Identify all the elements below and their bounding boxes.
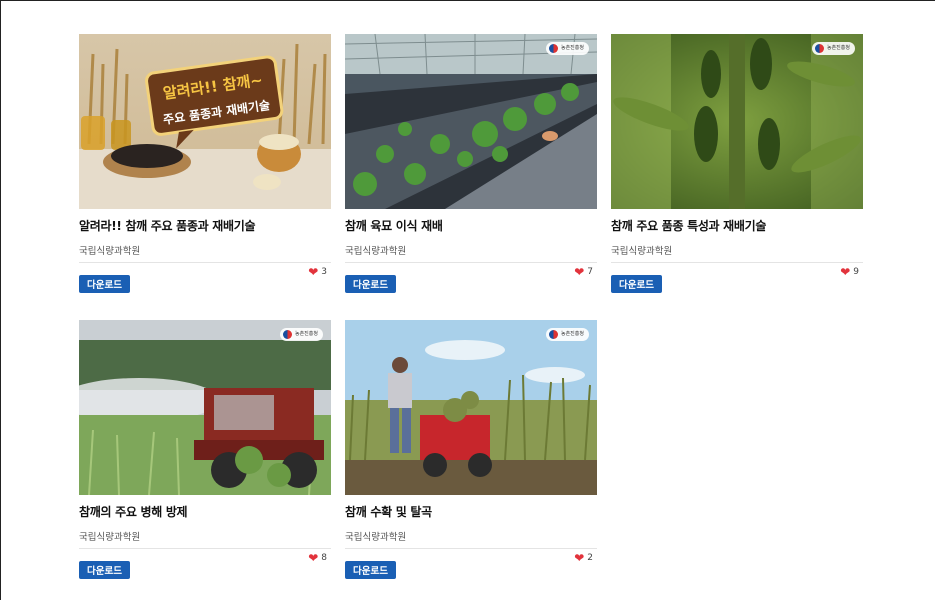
video-card[interactable]: 농촌진흥청 참깨의 주요 병해 방제 국립식량과학원 ❤ 8 다운로드 — [79, 320, 331, 579]
like-count[interactable]: ❤ 3 — [308, 266, 327, 278]
video-thumbnail[interactable]: 농촌진흥청 — [345, 320, 597, 495]
download-button[interactable]: 다운로드 — [79, 275, 130, 293]
agency-badge: 농촌진흥청 — [279, 328, 323, 341]
video-card[interactable]: 알려라!! 참깨~ 주요 품종과 재배기술 알려라!! 참깨 주요 품종과 재배… — [79, 34, 331, 293]
video-card[interactable]: 농촌진흥청 참깨 주요 품종 특성과 재배기술 국립식량과학원 ❤ 9 다운로드 — [611, 34, 863, 293]
download-button[interactable]: 다운로드 — [79, 561, 130, 579]
like-count[interactable]: ❤ 9 — [840, 266, 859, 278]
like-number: 3 — [321, 267, 327, 277]
like-number: 8 — [321, 553, 327, 563]
organization-name: 국립식량과학원 — [611, 246, 863, 263]
video-thumbnail[interactable]: 농촌진흥청 — [79, 320, 331, 495]
like-count[interactable]: ❤ 2 — [574, 552, 593, 564]
like-count[interactable]: ❤ 7 — [574, 266, 593, 278]
organization-name: 국립식량과학원 — [345, 246, 597, 263]
thumbnail-image — [345, 34, 597, 209]
taegeuk-logo-icon — [548, 44, 558, 53]
organization-name: 국립식량과학원 — [345, 532, 597, 549]
heart-icon: ❤ — [308, 265, 319, 279]
heart-icon: ❤ — [840, 265, 851, 279]
agency-badge: 농촌진흥청 — [545, 328, 589, 341]
taegeuk-logo-icon — [282, 330, 292, 339]
agency-badge: 농촌진흥청 — [545, 42, 589, 55]
video-title[interactable]: 참깨의 주요 병해 방제 — [79, 505, 331, 519]
video-title[interactable]: 알려라!! 참깨 주요 품종과 재배기술 — [79, 219, 331, 233]
video-title[interactable]: 참깨 육묘 이식 재배 — [345, 219, 597, 233]
organization-name: 국립식량과학원 — [79, 246, 331, 263]
video-thumbnail[interactable]: 농촌진흥청 — [611, 34, 863, 209]
thumbnail-image — [345, 320, 597, 495]
taegeuk-logo-icon — [548, 330, 558, 339]
download-button[interactable]: 다운로드 — [345, 275, 396, 293]
like-number: 9 — [853, 267, 859, 277]
thumbnail-image — [611, 34, 863, 209]
agency-badge: 농촌진흥청 — [811, 42, 855, 55]
download-button[interactable]: 다운로드 — [345, 561, 396, 579]
download-button[interactable]: 다운로드 — [611, 275, 662, 293]
video-thumbnail[interactable]: 알려라!! 참깨~ 주요 품종과 재배기술 — [79, 34, 331, 209]
heart-icon: ❤ — [574, 265, 585, 279]
taegeuk-logo-icon — [814, 44, 824, 53]
video-card[interactable]: 농촌진흥청 참깨 수확 및 탈곡 국립식량과학원 ❤ 2 다운로드 — [345, 320, 597, 579]
video-thumbnail[interactable]: 농촌진흥청 — [345, 34, 597, 209]
video-title[interactable]: 참깨 주요 품종 특성과 재배기술 — [611, 219, 863, 233]
like-number: 7 — [587, 267, 593, 277]
organization-name: 국립식량과학원 — [79, 532, 331, 549]
thumbnail-image: 알려라!! 참깨~ 주요 품종과 재배기술 — [79, 34, 331, 209]
heart-icon: ❤ — [308, 551, 319, 565]
like-number: 2 — [587, 553, 593, 563]
video-card[interactable]: 농촌진흥청 참깨 육묘 이식 재배 국립식량과학원 ❤ 7 다운로드 — [345, 34, 597, 293]
heart-icon: ❤ — [574, 551, 585, 565]
thumbnail-image — [79, 320, 331, 495]
like-count[interactable]: ❤ 8 — [308, 552, 327, 564]
video-title[interactable]: 참깨 수확 및 탈곡 — [345, 505, 597, 519]
